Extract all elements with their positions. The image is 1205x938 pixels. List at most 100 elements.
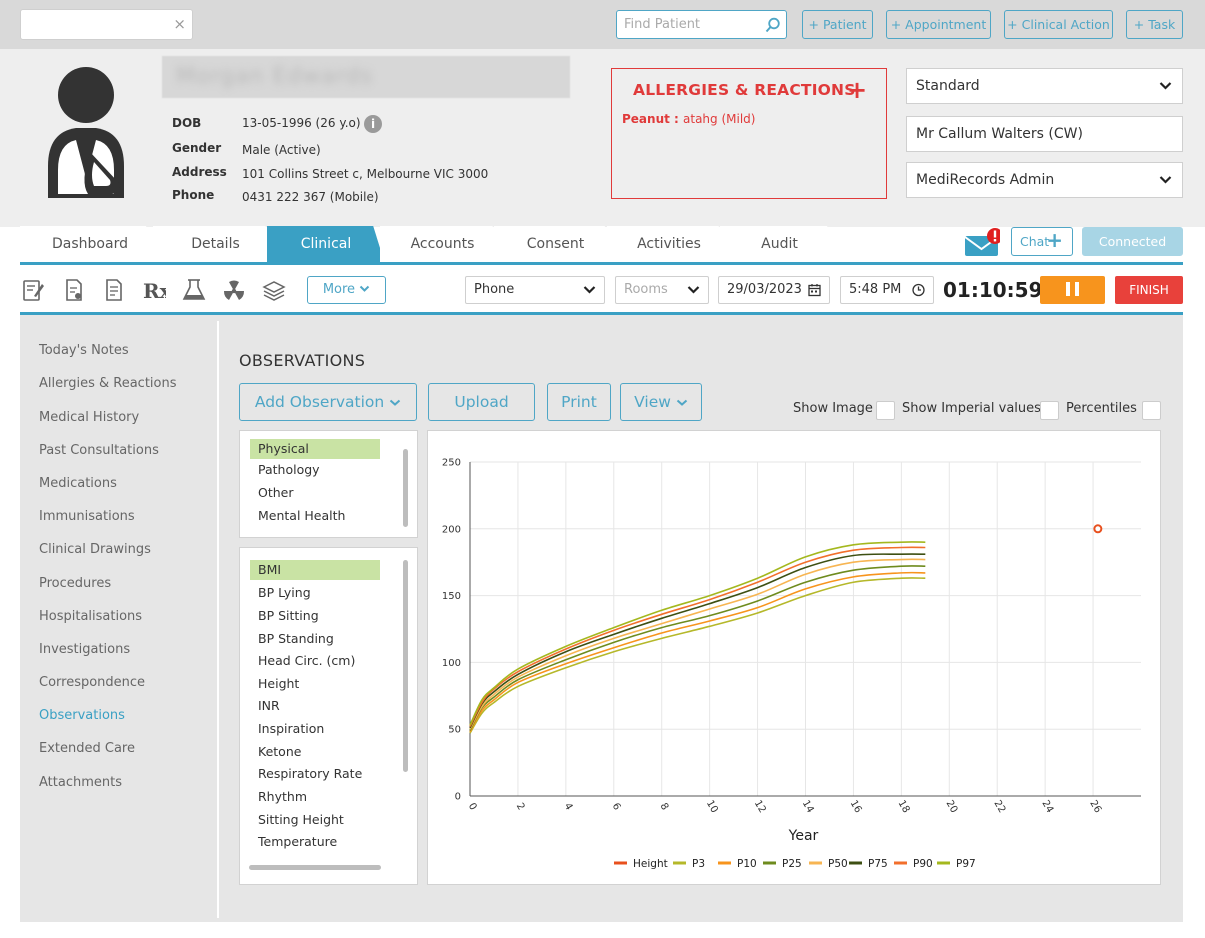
tab-activities[interactable]: Activities	[607, 226, 731, 264]
tab-details[interactable]: Details	[153, 226, 278, 264]
sidebar-item-immunisations[interactable]: Immunisations	[39, 509, 135, 524]
category-other[interactable]: Other	[250, 483, 380, 503]
pause-icon-bar	[1066, 282, 1070, 296]
type-ketone[interactable]: Ketone	[250, 742, 380, 762]
type-vertical-scrollbar[interactable]	[403, 560, 408, 772]
sidebar-item-medical-history[interactable]: Medical History	[39, 410, 139, 425]
pathology-flask-icon[interactable]	[182, 278, 206, 302]
quick-search-field[interactable]: ×	[20, 9, 193, 40]
education-stack-icon[interactable]	[262, 278, 286, 302]
type-height[interactable]: Height	[250, 674, 380, 694]
category-scrollbar[interactable]	[403, 449, 408, 527]
phone-label: Phone	[172, 188, 215, 202]
practitioner-field[interactable]: Mr Callum Walters (CW)	[906, 116, 1183, 152]
type-inspiration[interactable]: Inspiration	[250, 719, 380, 739]
type-sitting-height[interactable]: Sitting Height	[250, 810, 380, 830]
type-inr[interactable]: INR	[250, 696, 380, 716]
sidebar-item-investigations[interactable]: Investigations	[39, 642, 130, 657]
type-bmi[interactable]: BMI	[250, 560, 380, 580]
clear-icon[interactable]: ×	[173, 15, 186, 33]
gender-label: Gender	[172, 141, 222, 155]
add-clinical-action-button[interactable]: + Clinical Action	[1004, 10, 1113, 39]
calendar-icon[interactable]	[808, 284, 821, 297]
tab-audit[interactable]: Audit	[720, 226, 839, 264]
tab-consent[interactable]: Consent	[494, 226, 617, 264]
sidebar-divider	[217, 321, 219, 918]
sidebar-item-todays-notes[interactable]: Today's Notes	[39, 343, 129, 358]
contact-type-select[interactable]: Phone	[465, 276, 605, 304]
rooms-select[interactable]: Rooms	[615, 276, 709, 304]
location-select[interactable]: MediRecords Admin	[906, 162, 1183, 198]
pause-button[interactable]	[1040, 276, 1105, 304]
view-button[interactable]: View	[620, 383, 702, 421]
notes-icon[interactable]	[21, 278, 45, 302]
allergy-name: Peanut	[622, 112, 670, 126]
pause-icon-bar	[1075, 282, 1079, 296]
y-tick-label: 250	[442, 458, 461, 469]
upload-image-button[interactable]: Upload Image	[428, 383, 535, 447]
percentiles-checkbox[interactable]	[1142, 401, 1161, 420]
sidebar-item-attachments[interactable]: Attachments	[39, 775, 122, 790]
type-head-circ[interactable]: Head Circ. (cm)	[250, 651, 380, 671]
finish-button[interactable]: FINISH	[1115, 276, 1183, 304]
mail-icon[interactable]	[964, 228, 1000, 258]
prescription-icon[interactable]: Rx	[142, 278, 166, 302]
y-tick-label: 0	[455, 792, 461, 803]
dob-value: 13-05-1996 (26 y.o)	[242, 116, 361, 130]
growth-chart: 0501001502002500 2 4 6 8 10 12 14 16 18 20 22 24 26Ye…	[442, 458, 1141, 870]
type-bp-standing[interactable]: BP Standing	[250, 629, 380, 649]
radiology-icon[interactable]	[222, 278, 246, 302]
chevron-down-icon	[687, 286, 700, 294]
type-respiratory-rate[interactable]: Respiratory Rate	[250, 764, 380, 784]
sidebar-item-allergies[interactable]: Allergies & Reactions	[39, 376, 177, 391]
clock-icon[interactable]	[912, 283, 925, 297]
add-task-button[interactable]: + Task	[1126, 10, 1183, 39]
sidebar-item-past-consultations[interactable]: Past Consultations	[39, 443, 159, 458]
tab-clinical[interactable]: Clinical	[267, 226, 385, 264]
type-bp-sitting[interactable]: BP Sitting	[250, 606, 380, 626]
sidebar-item-medications[interactable]: Medications	[39, 476, 117, 491]
tab-dashboard[interactable]: Dashboard	[20, 226, 160, 264]
allergy-item[interactable]: Peanut : atahg (Mild)	[622, 112, 755, 126]
sidebar-item-hospitalisations[interactable]: Hospitalisations	[39, 609, 142, 624]
category-mental-health[interactable]: Mental Health	[250, 506, 380, 526]
series-line-p50	[469, 558, 926, 730]
letter-icon[interactable]	[62, 278, 86, 302]
time-field[interactable]: 5:48 PM	[840, 276, 934, 304]
legend-label-p97: P97	[956, 858, 976, 870]
type-rhythm[interactable]: Rhythm	[250, 787, 380, 807]
add-patient-button[interactable]: + Patient	[802, 10, 873, 39]
show-imperial-checkbox[interactable]	[1040, 401, 1059, 420]
chevron-down-icon	[1159, 82, 1172, 90]
type-bp-lying[interactable]: BP Lying	[250, 583, 380, 603]
view-label: View	[634, 393, 671, 411]
find-patient-field[interactable]	[616, 10, 787, 39]
find-patient-input[interactable]	[617, 11, 757, 38]
chat-button[interactable]: Chat +	[1011, 227, 1073, 256]
category-pathology[interactable]: Pathology	[250, 460, 380, 480]
x-tick-label: 20	[944, 798, 960, 815]
contact-type-value: Phone	[474, 282, 515, 297]
more-button[interactable]: More	[307, 276, 386, 304]
tab-accounts[interactable]: Accounts	[380, 226, 505, 264]
add-allergy-icon[interactable]: +	[847, 76, 867, 104]
show-image-checkbox[interactable]	[876, 401, 895, 420]
x-tick-label: 14	[800, 798, 816, 815]
add-appointment-button[interactable]: + Appointment	[886, 10, 991, 39]
sidebar-item-clinical-drawings[interactable]: Clinical Drawings	[39, 542, 151, 557]
template-select[interactable]: Standard	[906, 68, 1183, 104]
search-icon[interactable]	[765, 17, 781, 33]
sidebar-item-observations[interactable]: Observations	[39, 708, 125, 723]
sidebar-item-procedures[interactable]: Procedures	[39, 576, 111, 591]
document-icon[interactable]	[102, 278, 126, 302]
sidebar-item-extended-care[interactable]: Extended Care	[39, 741, 135, 756]
print-button[interactable]: Print	[547, 383, 611, 421]
info-icon[interactable]: i	[364, 115, 382, 133]
sidebar-item-correspondence[interactable]: Correspondence	[39, 675, 145, 690]
type-horizontal-scrollbar[interactable]	[249, 865, 381, 870]
date-field[interactable]: 29/03/2023	[718, 276, 830, 304]
type-temperature[interactable]: Temperature	[250, 832, 380, 850]
category-physical[interactable]: Physical	[250, 439, 380, 459]
connected-status-button[interactable]: Connected	[1082, 227, 1183, 256]
add-observation-button[interactable]: Add Observation	[239, 383, 417, 421]
